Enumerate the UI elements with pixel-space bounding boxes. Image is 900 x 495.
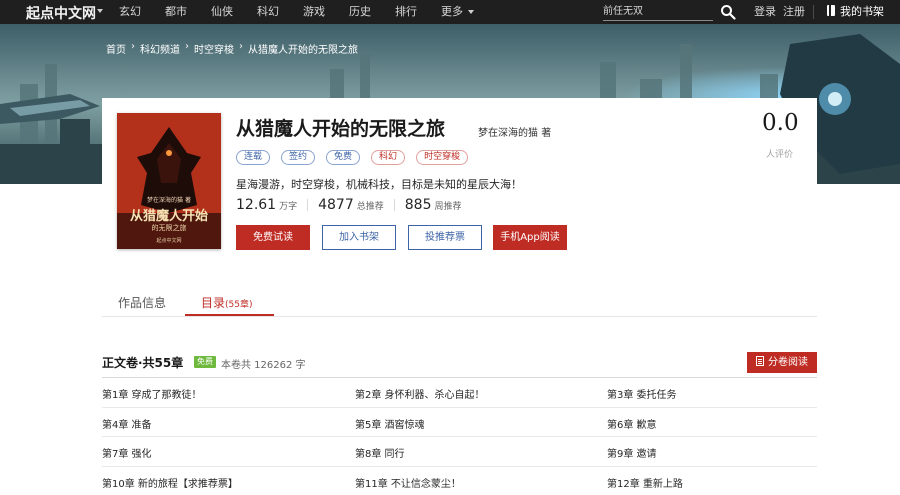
chapter-link[interactable]: 第11章 不让信念蒙尘！: [355, 475, 461, 490]
book-title: 从猎魔人开始的无限之旅: [236, 118, 446, 140]
nav-item-xianxia[interactable]: 仙侠: [211, 0, 233, 24]
divider: [307, 199, 309, 211]
tag-signed: 签约: [281, 150, 316, 165]
logo-chevron-down-icon[interactable]: [97, 9, 103, 13]
register-link[interactable]: 注册: [783, 0, 805, 24]
nav-item-paihang[interactable]: 排行: [395, 0, 417, 24]
top-navigation-bar: 起点中文网 玄幻 都市 仙侠 科幻 游戏 历史 排行 更多 前任无双 登录 注册…: [0, 0, 900, 24]
nav-more-label: 更多: [441, 5, 463, 18]
cover-author: 梦在深海的猫 著: [147, 197, 191, 204]
author-suffix: 著: [541, 128, 552, 139]
week-recommend-count: 885: [404, 197, 432, 213]
volume-read-label: 分卷阅读: [768, 357, 808, 368]
search-icon[interactable]: [720, 4, 736, 20]
cover-title-line2: 的无限之旅: [151, 224, 187, 232]
breadcrumb-current[interactable]: 从猎魔人开始的无限之旅: [248, 41, 358, 56]
divider: [393, 199, 395, 211]
book-author: 梦在深海的猫 著: [478, 124, 551, 139]
chapter-link[interactable]: 第3章 委托任务: [607, 386, 677, 401]
breadcrumb-subcategory[interactable]: 时空穿梭: [194, 41, 234, 56]
chapter-link[interactable]: 第4章 准备: [102, 416, 152, 431]
chapter-list: 第1章 穿成了那教徒！ 第2章 身怀利器、杀心自起！ 第3章 委托任务 第4章 …: [102, 378, 817, 495]
vote-recommend-button[interactable]: 投推荐票: [408, 225, 482, 250]
tab-catalog[interactable]: 目录(55章): [201, 294, 253, 311]
book-tags: 连载 签约 免费 科幻 时空穿梭: [236, 150, 479, 165]
chapter-link[interactable]: 第8章 同行: [355, 445, 405, 460]
nav-item-more[interactable]: 更多: [441, 0, 474, 24]
chapter-link[interactable]: 第10章 新的旅程【求推荐票】: [102, 475, 238, 490]
tag-free: 免费: [326, 150, 361, 165]
chapter-link[interactable]: 第12章 重新上路: [607, 475, 683, 490]
tab-catalog-label: 目录: [201, 296, 226, 310]
book-cover[interactable]: 梦在深海的猫 著 从猎魔人开始 的无限之旅 起点中文网: [117, 113, 221, 249]
search-input[interactable]: 前任无双: [603, 3, 713, 21]
tag-category[interactable]: 科幻: [371, 150, 406, 165]
tag-status: 连载: [236, 150, 271, 165]
book-stats: 12.61 万字 4877 总推荐 885 周推荐: [236, 197, 462, 213]
chapter-link[interactable]: 第9章 邀请: [607, 445, 657, 460]
chevron-down-icon: [468, 10, 474, 14]
chapter-link[interactable]: 第2章 身怀利器、杀心自起！: [355, 386, 485, 401]
cover-publisher: 起点中文网: [156, 238, 182, 244]
my-bookshelf-label: 我的书架: [840, 5, 884, 18]
book-intro: 星海漫游，时空穿梭，机械科技，目标是未知的星辰大海！: [236, 178, 522, 191]
total-recommend-count: 4877: [318, 197, 354, 213]
divider: [813, 5, 814, 19]
rating-score: 0.0: [762, 110, 799, 136]
chevron-right-icon: ›: [131, 41, 135, 52]
author-name[interactable]: 梦在深海的猫: [478, 128, 538, 139]
site-logo[interactable]: 起点中文网: [26, 3, 96, 23]
bookshelf-icon: [827, 5, 835, 16]
volume-read-button[interactable]: 分卷阅读: [747, 352, 817, 373]
rating-count-label: 人评价: [766, 150, 794, 160]
chapter-link[interactable]: 第7章 强化: [102, 445, 152, 460]
table-row: 第1章 穿成了那教徒！ 第2章 身怀利器、杀心自起！ 第3章 委托任务: [102, 378, 817, 408]
cover-title-line1: 从猎魔人开始: [129, 209, 208, 224]
tab-book-info[interactable]: 作品信息: [118, 294, 166, 311]
table-row: 第10章 新的旅程【求推荐票】 第11章 不让信念蒙尘！ 第12章 重新上路: [102, 467, 817, 495]
divider: [102, 316, 817, 317]
nav-item-youxi[interactable]: 游戏: [303, 0, 325, 24]
word-count-unit: 万字: [279, 202, 298, 212]
add-to-shelf-button[interactable]: 加入书架: [322, 225, 396, 250]
nav-item-dushi[interactable]: 都市: [165, 0, 187, 24]
nav-item-kehuan[interactable]: 科幻: [257, 0, 279, 24]
week-recommend-label: 周推荐: [434, 202, 462, 212]
breadcrumb: 首页 › 科幻频道 › 时空穿梭 › 从猎魔人开始的无限之旅: [106, 41, 358, 56]
nav-item-xuanhuan[interactable]: 玄幻: [119, 0, 141, 24]
volume-title: 正文卷·共55章: [102, 356, 184, 370]
free-read-button[interactable]: 免费试读: [236, 225, 310, 250]
tab-catalog-count: (55章): [225, 300, 253, 310]
volume-word-count: 本卷共 126262 字: [221, 360, 306, 371]
nav-item-lishi[interactable]: 历史: [349, 0, 371, 24]
total-recommend-label: 总推荐: [356, 202, 384, 212]
word-count: 12.61: [236, 197, 277, 213]
app-read-button[interactable]: 手机App阅读: [493, 225, 567, 250]
tag-subcategory[interactable]: 时空穿梭: [416, 150, 469, 165]
chapter-link[interactable]: 第5章 酒窖惊魂: [355, 416, 425, 431]
category-nav: 玄幻 都市 仙侠 科幻 游戏 历史 排行 更多: [119, 0, 498, 24]
breadcrumb-channel[interactable]: 科幻频道: [140, 41, 180, 56]
table-row: 第4章 准备 第5章 酒窖惊魂 第6章 歉意: [102, 408, 817, 437]
login-link[interactable]: 登录: [754, 0, 776, 24]
chapter-link[interactable]: 第6章 歉意: [607, 416, 657, 431]
chevron-right-icon: ›: [239, 41, 243, 52]
breadcrumb-home[interactable]: 首页: [106, 41, 126, 56]
my-bookshelf-link[interactable]: 我的书架: [827, 0, 884, 24]
table-row: 第7章 强化 第8章 同行 第9章 邀请: [102, 437, 817, 467]
chapter-link[interactable]: 第1章 穿成了那教徒！: [102, 386, 202, 401]
chevron-right-icon: ›: [185, 41, 189, 52]
document-icon: [756, 356, 764, 366]
free-badge: 免费: [194, 356, 216, 368]
